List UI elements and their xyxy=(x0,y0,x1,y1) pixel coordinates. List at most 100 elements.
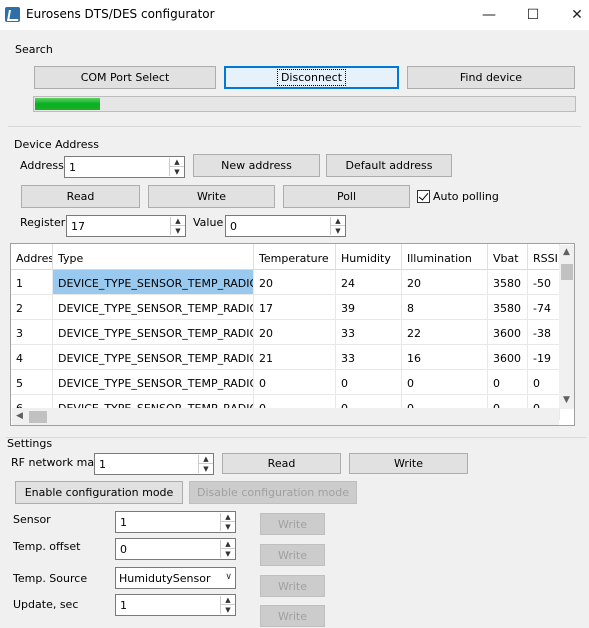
rf-mask-spin-arrows[interactable]: ▲ ▼ xyxy=(198,455,213,473)
column-header[interactable]: Vbat xyxy=(488,244,528,270)
table-cell[interactable]: 3580 xyxy=(488,270,528,295)
table-cell[interactable]: 21 xyxy=(254,345,336,370)
temp-source-write-button[interactable]: Write xyxy=(260,575,325,597)
auto-polling-checkbox[interactable] xyxy=(417,190,430,203)
table-cell[interactable]: DEVICE_TYPE_SENSOR_TEMP_RADIO xyxy=(53,370,254,395)
horizontal-scrollbar[interactable]: ◀ xyxy=(12,408,559,425)
table-cell[interactable]: 22 xyxy=(402,320,488,345)
table-cell[interactable]: 2 xyxy=(11,295,53,320)
enable-config-mode-button[interactable]: Enable configuration mode xyxy=(15,481,183,504)
value-spinbox[interactable]: 0 ▲ ▼ xyxy=(225,215,346,237)
title-bar[interactable]: Eurosens DTS/DES configurator — ☐ ✕ xyxy=(0,0,589,30)
table-cell[interactable]: -38 xyxy=(528,320,560,345)
scroll-up-icon[interactable]: ▲ xyxy=(563,247,570,257)
spin-down-icon[interactable]: ▼ xyxy=(199,464,213,473)
maximize-button[interactable]: ☐ xyxy=(511,0,555,30)
spin-up-icon[interactable]: ▲ xyxy=(171,217,185,226)
spin-down-icon[interactable]: ▼ xyxy=(170,167,184,176)
spin-up-icon[interactable]: ▲ xyxy=(331,217,345,226)
table-cell[interactable]: 0 xyxy=(336,370,402,395)
scroll-down-icon[interactable]: ▼ xyxy=(563,395,570,405)
table-cell[interactable]: DEVICE_TYPE_SENSOR_TEMP_RADIO xyxy=(53,270,254,295)
table-cell[interactable]: 0 xyxy=(528,370,560,395)
column-header[interactable]: Type xyxy=(53,244,254,270)
temp-offset-spinbox[interactable]: 0 ▲ ▼ xyxy=(115,538,236,560)
chevron-down-icon[interactable]: ∨ xyxy=(225,572,232,582)
temp-offset-write-button[interactable]: Write xyxy=(260,544,325,566)
update-sec-spinbox[interactable]: 1 ▲ ▼ xyxy=(115,594,236,616)
table-cell[interactable]: 33 xyxy=(336,320,402,345)
register-spinbox[interactable]: 17 ▲ ▼ xyxy=(66,215,186,237)
table-cell[interactable]: -74 xyxy=(528,295,560,320)
minimize-button[interactable]: — xyxy=(467,0,511,30)
table-cell[interactable]: 1 xyxy=(11,270,53,295)
register-spin-arrows[interactable]: ▲ ▼ xyxy=(170,217,185,235)
write-button[interactable]: Write xyxy=(148,185,275,208)
table-cell[interactable]: -19 xyxy=(528,345,560,370)
scroll-left-icon[interactable]: ◀ xyxy=(16,411,23,421)
table-cell[interactable]: 4 xyxy=(11,345,53,370)
sensor-spinbox[interactable]: 1 ▲ ▼ xyxy=(115,511,236,533)
find-device-button[interactable]: Find device xyxy=(407,66,575,89)
spin-up-icon[interactable]: ▲ xyxy=(199,455,213,464)
table-cell[interactable]: DEVICE_TYPE_SENSOR_TEMP_RADIO xyxy=(53,320,254,345)
table-cell[interactable]: 3600 xyxy=(488,345,528,370)
spin-down-icon[interactable]: ▼ xyxy=(331,226,345,235)
read-button[interactable]: Read xyxy=(21,185,140,208)
column-header[interactable]: Addres xyxy=(11,244,53,270)
vertical-scrollbar[interactable]: ▲ ▼ xyxy=(559,245,574,409)
table-cell[interactable]: 20 xyxy=(254,270,336,295)
table-cell[interactable]: 3580 xyxy=(488,295,528,320)
table-cell[interactable]: 0 xyxy=(402,370,488,395)
table-cell[interactable]: -50 xyxy=(528,270,560,295)
table-cell[interactable]: 0 xyxy=(488,370,528,395)
table-cell[interactable]: 3600 xyxy=(488,320,528,345)
spin-up-icon[interactable]: ▲ xyxy=(221,513,235,522)
sensor-spin-arrows[interactable]: ▲ ▼ xyxy=(220,513,235,531)
column-header[interactable]: Humidity xyxy=(336,244,402,270)
table-cell[interactable]: 24 xyxy=(336,270,402,295)
rf-mask-spinbox[interactable]: 1 ▲ ▼ xyxy=(94,453,214,475)
update-sec-write-button[interactable]: Write xyxy=(260,605,325,627)
address-spinbox[interactable]: 1 ▲ ▼ xyxy=(64,156,185,178)
disconnect-button[interactable]: Disconnect xyxy=(224,66,399,89)
spin-down-icon[interactable]: ▼ xyxy=(221,605,235,614)
table-cell[interactable]: 5 xyxy=(11,370,53,395)
table-cell[interactable]: 16 xyxy=(402,345,488,370)
table-cell[interactable]: 20 xyxy=(402,270,488,295)
spin-up-icon[interactable]: ▲ xyxy=(221,540,235,549)
rf-read-button[interactable]: Read xyxy=(222,453,341,474)
address-spin-arrows[interactable]: ▲ ▼ xyxy=(169,158,184,176)
table-cell[interactable]: 0 xyxy=(254,370,336,395)
table-cell[interactable]: 33 xyxy=(336,345,402,370)
new-address-button[interactable]: New address xyxy=(193,154,320,177)
table-cell[interactable]: 39 xyxy=(336,295,402,320)
sensor-write-button[interactable]: Write xyxy=(260,513,325,535)
temp-offset-spin-arrows[interactable]: ▲ ▼ xyxy=(220,540,235,558)
vertical-scroll-thumb[interactable] xyxy=(561,264,573,280)
poll-button[interactable]: Poll xyxy=(283,185,410,208)
table-cell[interactable]: 17 xyxy=(254,295,336,320)
horizontal-scroll-thumb[interactable] xyxy=(29,411,47,423)
column-header[interactable]: RSSI xyxy=(528,244,560,270)
table-cell[interactable]: 8 xyxy=(402,295,488,320)
spin-up-icon[interactable]: ▲ xyxy=(170,158,184,167)
spin-down-icon[interactable]: ▼ xyxy=(221,522,235,531)
value-spin-arrows[interactable]: ▲ ▼ xyxy=(330,217,345,235)
table-cell[interactable]: 3 xyxy=(11,320,53,345)
disable-config-mode-button[interactable]: Disable configuration mode xyxy=(189,481,357,504)
spin-down-icon[interactable]: ▼ xyxy=(221,549,235,558)
table-cell[interactable]: DEVICE_TYPE_SENSOR_TEMP_RADIO xyxy=(53,295,254,320)
table-cell[interactable]: DEVICE_TYPE_SENSOR_TEMP_RADIO xyxy=(53,345,254,370)
table-cell[interactable]: 20 xyxy=(254,320,336,345)
close-button[interactable]: ✕ xyxy=(555,0,589,30)
column-header[interactable]: Illumination xyxy=(402,244,488,270)
rf-write-button[interactable]: Write xyxy=(349,453,468,474)
device-table[interactable]: RSSI Vbat Illumination Humidity Temperature T… xyxy=(10,243,575,426)
spin-down-icon[interactable]: ▼ xyxy=(171,226,185,235)
temp-source-select[interactable]: HumidutySensor ∨ xyxy=(115,567,236,589)
spin-up-icon[interactable]: ▲ xyxy=(221,596,235,605)
com-port-select-button[interactable]: COM Port Select xyxy=(34,66,216,89)
update-sec-spin-arrows[interactable]: ▲ ▼ xyxy=(220,596,235,614)
column-header[interactable]: Temperature xyxy=(254,244,336,270)
